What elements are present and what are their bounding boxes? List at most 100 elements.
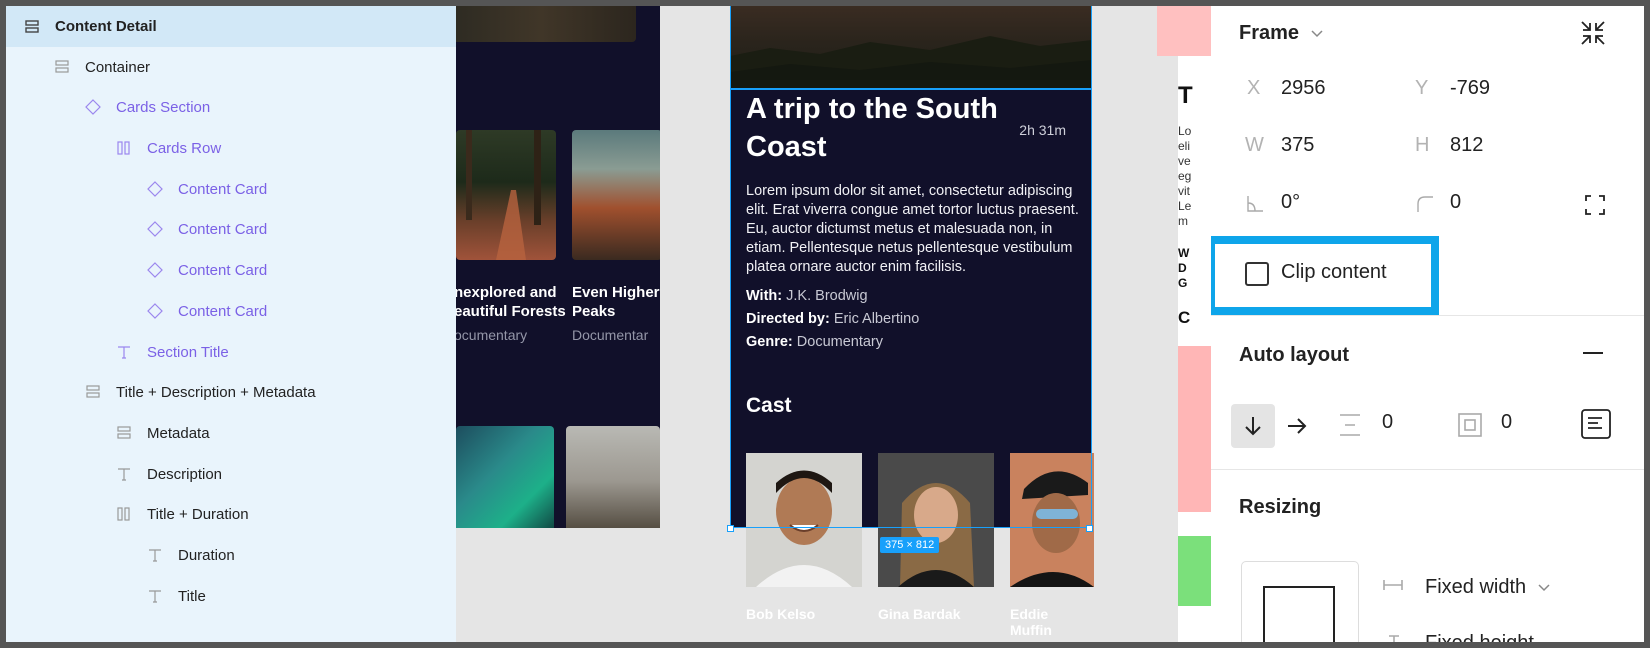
partial-text-line: eg	[1178, 169, 1192, 183]
arrow-right-icon[interactable]	[1285, 414, 1309, 438]
direction-vertical-button[interactable]	[1231, 404, 1275, 448]
clip-content-checkbox[interactable]	[1245, 262, 1269, 286]
resizing-heading: Resizing	[1239, 496, 1322, 518]
layer-item-container[interactable]: Container	[6, 47, 456, 87]
layer-item-cards-row[interactable]: Cards Row	[6, 128, 456, 168]
rotation-input[interactable]: 0°	[1281, 191, 1300, 214]
chevron-down-icon	[1538, 584, 1550, 591]
meta-directed-label: Directed by:	[746, 311, 830, 327]
layer-item-metadata[interactable]: Metadata	[6, 413, 456, 453]
partial-text-line: eli	[1178, 139, 1191, 153]
frame-type-dropdown[interactable]: Frame	[1239, 22, 1323, 45]
layer-label: Duration	[178, 546, 235, 564]
layer-item-content-detail[interactable]: Content Detail	[6, 6, 456, 47]
remove-auto-layout-icon[interactable]	[1581, 351, 1605, 355]
height-input[interactable]: 812	[1450, 134, 1483, 157]
partial-text-line: ve	[1178, 154, 1191, 168]
forest-image	[456, 130, 556, 260]
width-input[interactable]: 375	[1281, 134, 1314, 157]
frame-stack-icon	[52, 57, 72, 77]
card-title: Even Higher Peaks	[572, 284, 660, 320]
text-icon	[145, 586, 165, 606]
layer-label: Title + Duration	[147, 505, 249, 523]
alignment-icon[interactable]	[1580, 408, 1612, 440]
partial-text-line: m	[1178, 214, 1188, 228]
y-label: Y	[1415, 77, 1429, 99]
meta-directed-value: Eric Albertino	[833, 311, 920, 327]
hero-image	[730, 6, 1092, 88]
frame-placeholder-pink	[1157, 6, 1211, 56]
partial-section-title: C	[1178, 308, 1191, 327]
meta-genre-label: Genre:	[746, 334, 793, 350]
fixed-width-label: Fixed width	[1425, 576, 1527, 598]
layer-item-title-duration[interactable]: Title + Duration	[6, 494, 456, 534]
layer-item-duration[interactable]: Duration	[6, 535, 456, 575]
layer-item-section-title[interactable]: Section Title	[6, 332, 456, 372]
clip-content-label[interactable]: Clip content	[1281, 261, 1387, 284]
chevron-down-icon	[1311, 30, 1323, 37]
layer-label: Metadata	[147, 424, 210, 442]
content-detail-frame[interactable]: A trip to the South Coast 2h 31m Lorem i…	[727, 6, 1094, 642]
component-instance-icon	[145, 219, 165, 239]
layer-item-title[interactable]: Title	[6, 576, 456, 616]
layer-label: Content Card	[178, 220, 268, 238]
content-list-frame[interactable]: nexplored and eautiful Forests ocumentar…	[456, 6, 660, 528]
layer-item-title-description-metadata[interactable]: Title + Description + Metadata	[6, 372, 456, 412]
resize-handle[interactable]	[727, 525, 734, 532]
partial-frame[interactable]: T Lo eli ve eg vit Le m W D G C	[1178, 56, 1211, 642]
meta-with: With: J.K. Brodwig	[746, 288, 868, 304]
text-icon	[114, 464, 134, 484]
design-canvas[interactable]: nexplored and eautiful Forests ocumentar…	[456, 6, 1211, 642]
layer-item-content-card[interactable]: Content Card	[6, 169, 456, 209]
partial-meta-line: G	[1178, 276, 1188, 290]
meta-with-value: J.K. Brodwig	[786, 288, 868, 304]
meta-genre-value: Documentary	[796, 334, 884, 350]
cast-name: Gina Bardak	[878, 606, 961, 622]
layer-label: Content Card	[178, 180, 268, 198]
padding-input[interactable]: 0	[1501, 411, 1512, 434]
layer-label: Section Title	[147, 343, 229, 361]
independent-corners-icon[interactable]	[1584, 194, 1606, 216]
layer-item-description[interactable]: Description	[6, 454, 456, 494]
y-input[interactable]: -769	[1450, 77, 1490, 100]
frame-stack-icon	[114, 423, 134, 443]
text-icon	[145, 545, 165, 565]
layer-label: Content Card	[178, 261, 268, 279]
corner-radius-icon	[1417, 196, 1433, 212]
layer-label: Title	[178, 587, 206, 605]
component-instance-icon	[145, 301, 165, 321]
resize-handle[interactable]	[1086, 525, 1093, 532]
layer-item-content-card[interactable]: Content Card	[6, 291, 456, 331]
card-genre: Documentar	[572, 327, 649, 343]
layer-item-content-card[interactable]: Content Card	[6, 250, 456, 290]
frame-label: Frame	[1239, 22, 1300, 44]
layer-item-content-card[interactable]: Content Card	[6, 209, 456, 249]
auto-layout-heading: Auto layout	[1239, 344, 1349, 366]
partial-text-line: Le	[1178, 199, 1192, 213]
component-instance-icon	[145, 179, 165, 199]
meta-directed: Directed by: Eric Albertino	[746, 311, 919, 327]
card-genre: ocumentary	[456, 327, 528, 343]
radius-input[interactable]: 0	[1450, 191, 1461, 214]
partial-meta-line: W	[1178, 246, 1190, 260]
figma-editor: Content Detail Container Cards Section C…	[6, 6, 1644, 642]
layer-item-cards-section[interactable]: Cards Section	[6, 87, 456, 127]
abstract-image	[456, 426, 554, 528]
fixed-height-dropdown[interactable]: Fixed height	[1425, 632, 1534, 642]
detail-description: Lorem ipsum dolor sit amet, consectetur …	[746, 183, 1079, 275]
detail-title: A trip to the South Coast	[746, 93, 998, 163]
meta-genre: Genre: Documentary	[746, 334, 883, 350]
partial-meta: W D G	[1178, 246, 1189, 291]
peaks-image	[572, 130, 660, 260]
layer-label: Content Detail	[55, 18, 157, 35]
partial-text: Lo eli ve eg vit Le m	[1178, 124, 1191, 229]
collapse-icon[interactable]	[1578, 18, 1608, 48]
layers-panel: Content Detail Container Cards Section C…	[6, 6, 456, 642]
layer-label: Title + Description + Metadata	[116, 383, 316, 401]
divider	[1211, 315, 1644, 316]
hero-image	[456, 6, 636, 42]
frame-stack-icon	[83, 382, 103, 402]
fixed-width-dropdown[interactable]: Fixed width	[1425, 576, 1550, 599]
spacing-input[interactable]: 0	[1382, 411, 1393, 434]
x-input[interactable]: 2956	[1281, 77, 1326, 100]
